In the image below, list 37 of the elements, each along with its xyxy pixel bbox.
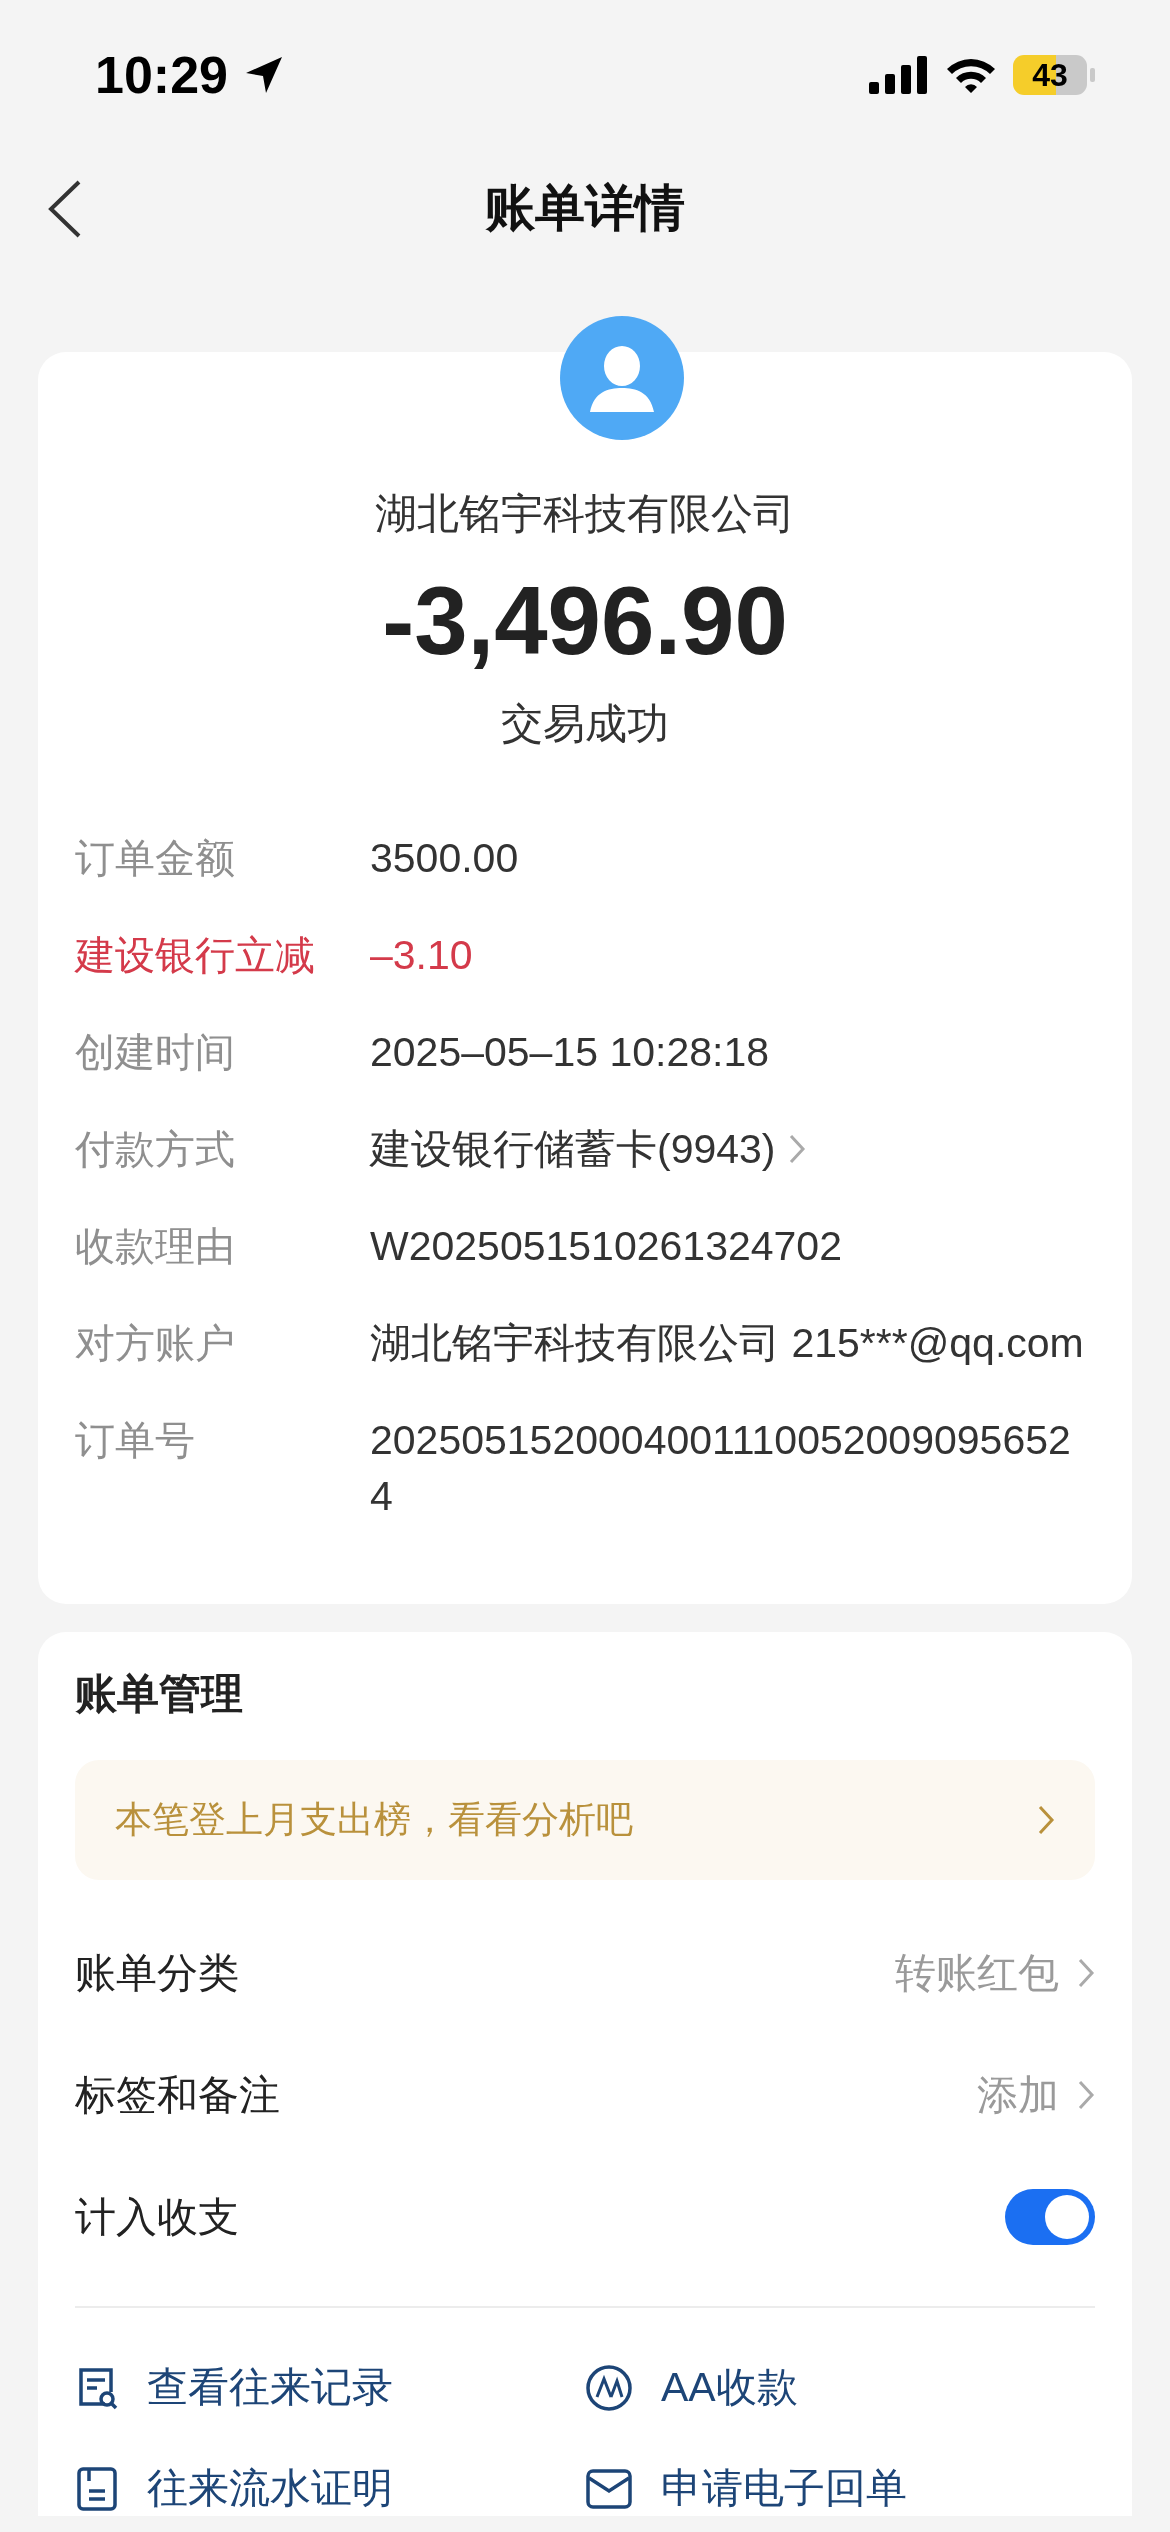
- payee-name: 湖北铭宇科技有限公司: [374, 489, 796, 539]
- detail-value: 3500.00: [370, 835, 519, 881]
- action-link[interactable]: 申请电子回单: [585, 2461, 1095, 2516]
- envelope-icon: [585, 2467, 633, 2510]
- page-title: 账单详情: [485, 178, 685, 238]
- detail-value: 湖北铭宇科技有限公司 215***@qq.com: [370, 1320, 1084, 1366]
- action-link[interactable]: AA收款: [585, 2360, 1095, 2415]
- detail-value: W2025051510261324702: [370, 1223, 842, 1269]
- detail-label: 对方账户: [75, 1320, 236, 1367]
- detail-label: 创建时间: [75, 1029, 236, 1076]
- status-time: 10:29: [95, 45, 228, 105]
- chevron-icon: [1037, 1804, 1055, 1836]
- wifi-icon: [945, 56, 997, 94]
- detail-value: 2025051520004001110052009095652 4: [370, 1417, 1071, 1519]
- detail-label: 订单号: [75, 1417, 196, 1464]
- detail-label: 建设银行立减: [75, 932, 316, 979]
- section-title: 账单管理: [75, 1669, 244, 1719]
- chevron-icon: [1077, 1957, 1095, 1989]
- detail-value: 2025–05–15 10:28:18: [370, 1029, 769, 1075]
- circle-icon: [585, 2363, 633, 2412]
- signal-icon: [869, 56, 929, 94]
- chevron-icon: [1077, 2079, 1095, 2111]
- detail-value: –3.10: [370, 932, 473, 978]
- detail-label: 收款理由: [75, 1223, 236, 1270]
- setting-label: 计入收支: [75, 2192, 239, 2242]
- amount: -3,496.90: [381, 566, 789, 676]
- setting-label: 账单分类: [75, 1948, 239, 1998]
- transaction-status: 交易成功: [500, 699, 670, 749]
- location-icon: [244, 55, 284, 95]
- detail-label: 付款方式: [75, 1126, 236, 1173]
- action-link[interactable]: 往来流水证明: [75, 2461, 585, 2516]
- detail-label: 订单金额: [75, 835, 236, 882]
- toggle-switch[interactable]: [1005, 2189, 1095, 2245]
- detail-value[interactable]: 建设银行储蓄卡(9943): [370, 1121, 776, 1177]
- setting-label: 标签和备注: [75, 2070, 280, 2120]
- action-link[interactable]: 查看往来记录: [75, 2360, 585, 2415]
- document-icon: [75, 2464, 119, 2513]
